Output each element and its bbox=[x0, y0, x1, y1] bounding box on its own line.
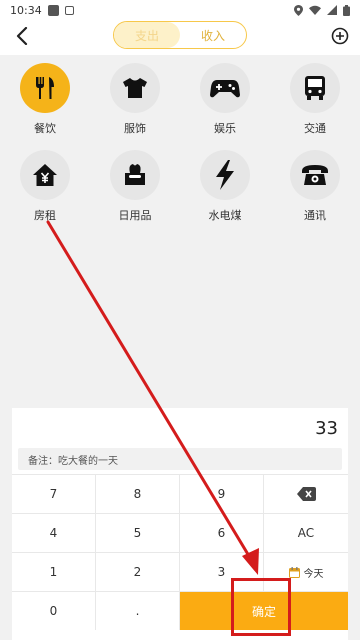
keypad: 7 8 9 4 5 6 AC 1 2 3 今天 0 . 确定 bbox=[12, 474, 348, 630]
shirt-icon bbox=[110, 63, 160, 113]
key-8[interactable]: 8 bbox=[96, 474, 180, 513]
backspace-button[interactable] bbox=[264, 474, 348, 513]
key-4[interactable]: 4 bbox=[12, 513, 96, 552]
category-rent[interactable]: 房租 bbox=[0, 150, 90, 223]
add-category-button[interactable] bbox=[328, 24, 352, 48]
key-2[interactable]: 2 bbox=[96, 552, 180, 591]
wifi-icon bbox=[309, 5, 321, 15]
category-dining[interactable]: 餐饮 bbox=[0, 63, 90, 136]
category-entertainment[interactable]: 娱乐 bbox=[180, 63, 270, 136]
top-bar: 支出 收入 bbox=[0, 20, 360, 52]
today-label: 今天 bbox=[303, 568, 324, 580]
entry-panel: 33 备注：吃大餐的一天 7 8 9 4 5 6 AC 1 2 3 今天 0 . bbox=[12, 408, 348, 640]
tab-expense[interactable]: 支出 bbox=[114, 22, 180, 48]
category-label: 通讯 bbox=[304, 209, 326, 222]
key-0[interactable]: 0 bbox=[12, 591, 96, 630]
notification-icon bbox=[47, 4, 59, 16]
category-transport[interactable]: 交通 bbox=[270, 63, 360, 136]
category-label: 餐饮 bbox=[34, 122, 56, 135]
telephone-icon bbox=[290, 150, 340, 200]
key-7[interactable]: 7 bbox=[12, 474, 96, 513]
note-field[interactable]: 备注：吃大餐的一天 bbox=[18, 448, 342, 470]
category-clothing[interactable]: 服饰 bbox=[90, 63, 180, 136]
category-label: 水电煤 bbox=[208, 209, 242, 222]
plus-circle-icon bbox=[331, 27, 349, 45]
key-1[interactable]: 1 bbox=[12, 552, 96, 591]
back-arrow-icon bbox=[16, 27, 28, 45]
annotation-highlight-box bbox=[231, 578, 291, 636]
notification-a-icon bbox=[64, 5, 74, 15]
key-5[interactable]: 5 bbox=[96, 513, 180, 552]
key-9[interactable]: 9 bbox=[180, 474, 264, 513]
category-label: 日用品 bbox=[118, 209, 152, 222]
key-dot[interactable]: . bbox=[96, 591, 180, 630]
category-label: 房租 bbox=[34, 209, 56, 222]
category-label: 交通 bbox=[304, 122, 326, 135]
utensils-icon bbox=[20, 63, 70, 113]
location-icon bbox=[294, 4, 303, 16]
house-yen-icon bbox=[20, 150, 70, 200]
back-button[interactable] bbox=[10, 24, 34, 48]
gamepad-icon bbox=[200, 63, 250, 113]
lightning-icon bbox=[200, 150, 250, 200]
status-time: 10:34 bbox=[10, 3, 42, 17]
type-switch: 支出 收入 bbox=[113, 21, 247, 49]
category-label: 娱乐 bbox=[214, 122, 236, 135]
category-label: 服饰 bbox=[124, 122, 146, 135]
key-6[interactable]: 6 bbox=[180, 513, 264, 552]
content-area: 餐饮 服饰 娱乐 交通 房租 日用品 水电煤 通讯 33 备注：吃大餐的一天 7… bbox=[0, 55, 360, 640]
status-bar: 10:34 bbox=[0, 0, 360, 20]
category-utilities[interactable]: 水电煤 bbox=[180, 150, 270, 223]
clear-button[interactable]: AC bbox=[264, 513, 348, 552]
amount-display: 33 bbox=[315, 418, 338, 439]
tissue-box-icon bbox=[110, 150, 160, 200]
category-grid: 餐饮 服饰 娱乐 交通 房租 日用品 水电煤 通讯 bbox=[0, 63, 360, 223]
calendar-icon bbox=[288, 566, 300, 578]
category-telecom[interactable]: 通讯 bbox=[270, 150, 360, 223]
signal-icon bbox=[327, 5, 337, 15]
tab-income[interactable]: 收入 bbox=[180, 22, 246, 48]
backspace-icon bbox=[296, 487, 316, 501]
battery-icon bbox=[343, 4, 350, 16]
bus-icon bbox=[290, 63, 340, 113]
category-daily-goods[interactable]: 日用品 bbox=[90, 150, 180, 223]
